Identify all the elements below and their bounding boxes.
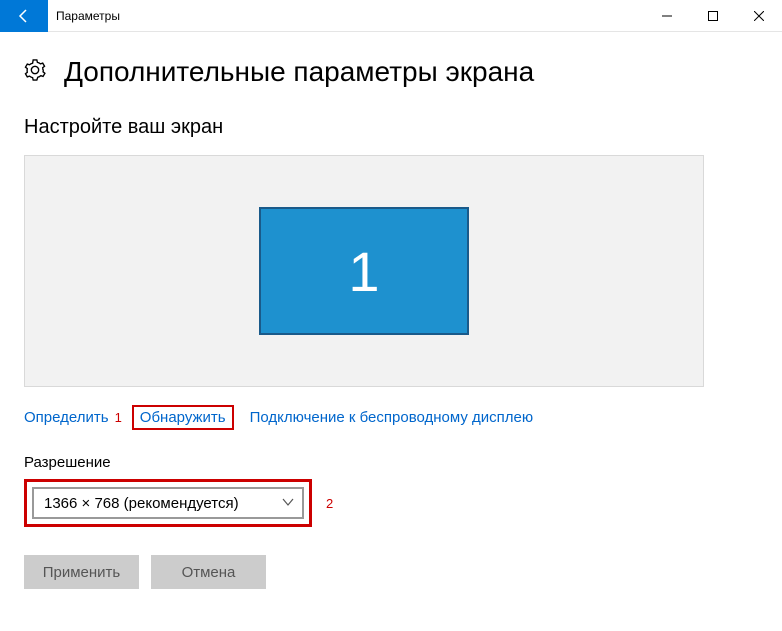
titlebar: Параметры (0, 0, 782, 32)
close-button[interactable] (736, 0, 782, 32)
maximize-icon (708, 11, 718, 21)
resolution-row: 1366 × 768 (рекомендуется) 2 (24, 479, 758, 527)
content: Дополнительные параметры экрана Настройт… (0, 32, 782, 589)
arrow-left-icon (16, 8, 32, 24)
cancel-button[interactable]: Отмена (151, 555, 266, 589)
resolution-value: 1366 × 768 (рекомендуется) (44, 495, 239, 512)
wireless-display-link[interactable]: Подключение к беспроводному дисплею (250, 409, 534, 426)
page-header: Дополнительные параметры экрана (24, 56, 758, 88)
app-title: Параметры (48, 9, 644, 23)
links-row: Определить 1 Обнаружить Подключение к бе… (24, 405, 758, 430)
apply-button[interactable]: Применить (24, 555, 139, 589)
identify-link[interactable]: Определить (24, 409, 109, 426)
minimize-button[interactable] (644, 0, 690, 32)
monitor-number: 1 (348, 239, 379, 304)
annotation-1: 1 (115, 410, 122, 425)
annotation-2: 2 (326, 496, 333, 511)
minimize-icon (662, 11, 672, 21)
resolution-label: Разрешение (24, 454, 758, 471)
chevron-down-icon (282, 495, 294, 512)
resolution-select[interactable]: 1366 × 768 (рекомендуется) (32, 487, 304, 519)
annotation-box-1: Обнаружить (132, 405, 234, 430)
maximize-button[interactable] (690, 0, 736, 32)
detect-link[interactable]: Обнаружить (140, 409, 226, 426)
monitor-tile-1[interactable]: 1 (259, 207, 469, 335)
back-button[interactable] (0, 0, 48, 32)
annotation-box-2: 1366 × 768 (рекомендуется) (24, 479, 312, 527)
monitor-preview-area[interactable]: 1 (24, 155, 704, 387)
page-title: Дополнительные параметры экрана (64, 56, 534, 88)
close-icon (754, 11, 764, 21)
section-title: Настройте ваш экран (24, 116, 758, 139)
gear-icon (24, 59, 46, 86)
action-buttons: Применить Отмена (24, 555, 758, 589)
